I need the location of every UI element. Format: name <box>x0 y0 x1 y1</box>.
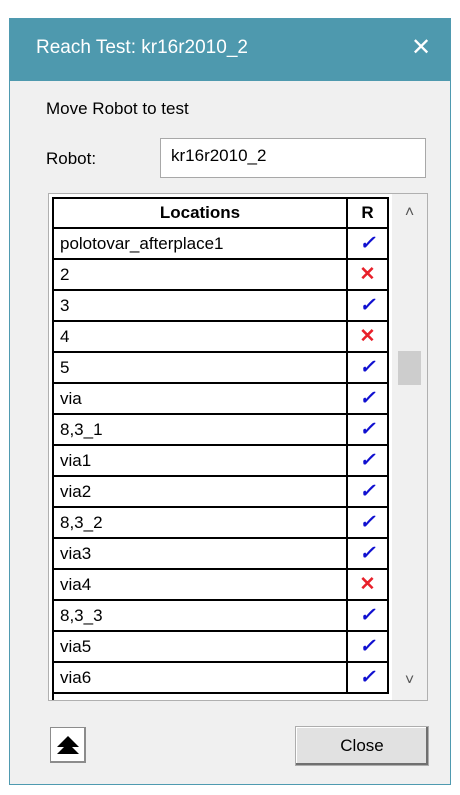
reachable-check-icon: ✓ <box>348 632 389 663</box>
location-name-cell[interactable]: via6 <box>54 663 348 694</box>
reach-test-dialog: Reach Test: kr16r2010_2 ✕ Move Robot to … <box>9 18 451 785</box>
location-name-cell[interactable]: 4 <box>54 322 348 353</box>
vertical-scrollbar[interactable]: ˄ ˅ <box>392 194 427 700</box>
reachable-check-icon: ✓ <box>348 601 389 632</box>
location-name-cell[interactable]: polotovar_afterplace1 <box>54 229 348 260</box>
reachable-check-icon: ✓ <box>348 446 389 477</box>
table-row[interactable]: polotovar_afterplace1 ✓ <box>54 229 389 260</box>
locations-grid: Locations R polotovar_afterplace1 ✓ 2 ✕ 3 ✓ 4 ✕… <box>52 197 389 700</box>
reachable-check-icon: ✓ <box>348 229 389 260</box>
robot-field[interactable]: kr16r2010_2 <box>160 138 426 178</box>
up-arrow-icon <box>57 736 79 754</box>
title-bar[interactable]: Reach Test: kr16r2010_2 ✕ <box>10 19 450 81</box>
locations-list[interactable]: Locations R polotovar_afterplace1 ✓ 2 ✕ 3 ✓ 4 ✕… <box>48 193 428 701</box>
table-row[interactable]: 4 ✕ <box>54 322 389 353</box>
location-name-cell[interactable]: 8,3_2 <box>54 508 348 539</box>
table-row[interactable]: 2 ✕ <box>54 260 389 291</box>
window-title: Reach Test: kr16r2010_2 <box>36 37 248 58</box>
column-header-locations[interactable]: Locations <box>54 199 348 229</box>
table-row[interactable]: 3 ✓ <box>54 291 389 322</box>
reachable-check-icon: ✓ <box>348 539 389 570</box>
close-window-icon[interactable]: ✕ <box>408 33 434 63</box>
table-row[interactable]: via ✓ <box>54 384 389 415</box>
reachable-check-icon: ✓ <box>348 291 389 322</box>
location-name-cell[interactable]: 8,3_1 <box>54 415 348 446</box>
table-row[interactable]: via2 ✓ <box>54 477 389 508</box>
close-button[interactable]: Close <box>295 726 429 766</box>
location-name-cell[interactable]: via5 <box>54 632 348 663</box>
instruction-text: Move Robot to test <box>46 99 189 118</box>
table-row[interactable]: 8,3_1 ✓ <box>54 415 389 446</box>
reachable-check-icon: ✓ <box>348 663 389 694</box>
table-row[interactable]: 8,3_3 ✓ <box>54 601 389 632</box>
location-name-cell[interactable]: 5 <box>54 353 348 384</box>
table-row[interactable]: via4 ✕ <box>54 570 389 601</box>
location-name-cell[interactable]: via3 <box>54 539 348 570</box>
table-row[interactable]: 5 ✓ <box>54 353 389 384</box>
scroll-up-icon[interactable]: ˄ <box>392 198 427 228</box>
location-name-cell[interactable]: via <box>54 384 348 415</box>
reachable-check-icon: ✓ <box>348 353 389 384</box>
location-name-cell[interactable]: via4 <box>54 570 348 601</box>
reachable-check-icon: ✓ <box>348 508 389 539</box>
unreachable-cross-icon: ✕ <box>348 570 389 601</box>
location-name-cell[interactable]: 3 <box>54 291 348 322</box>
reachable-check-icon: ✓ <box>348 477 389 508</box>
table-row[interactable]: via5 ✓ <box>54 632 389 663</box>
table-row[interactable]: 8,3_2 ✓ <box>54 508 389 539</box>
table-row[interactable]: via1 ✓ <box>54 446 389 477</box>
column-header-reach[interactable]: R <box>348 199 389 229</box>
scroll-down-icon[interactable]: ˅ <box>392 666 427 696</box>
location-name-cell[interactable]: via1 <box>54 446 348 477</box>
unreachable-cross-icon: ✕ <box>348 322 389 353</box>
table-row[interactable]: via3 ✓ <box>54 539 389 570</box>
location-name-cell[interactable]: 8,3_3 <box>54 601 348 632</box>
location-name-cell[interactable]: 2 <box>54 260 348 291</box>
robot-label: Robot: <box>46 149 97 168</box>
move-up-button[interactable] <box>50 727 86 763</box>
location-name-cell[interactable]: via2 <box>54 477 348 508</box>
unreachable-cross-icon: ✕ <box>348 260 389 291</box>
reachable-check-icon: ✓ <box>348 415 389 446</box>
reachable-check-icon: ✓ <box>348 384 389 415</box>
table-row[interactable]: via6 ✓ <box>54 663 389 694</box>
scroll-thumb[interactable] <box>398 351 421 385</box>
